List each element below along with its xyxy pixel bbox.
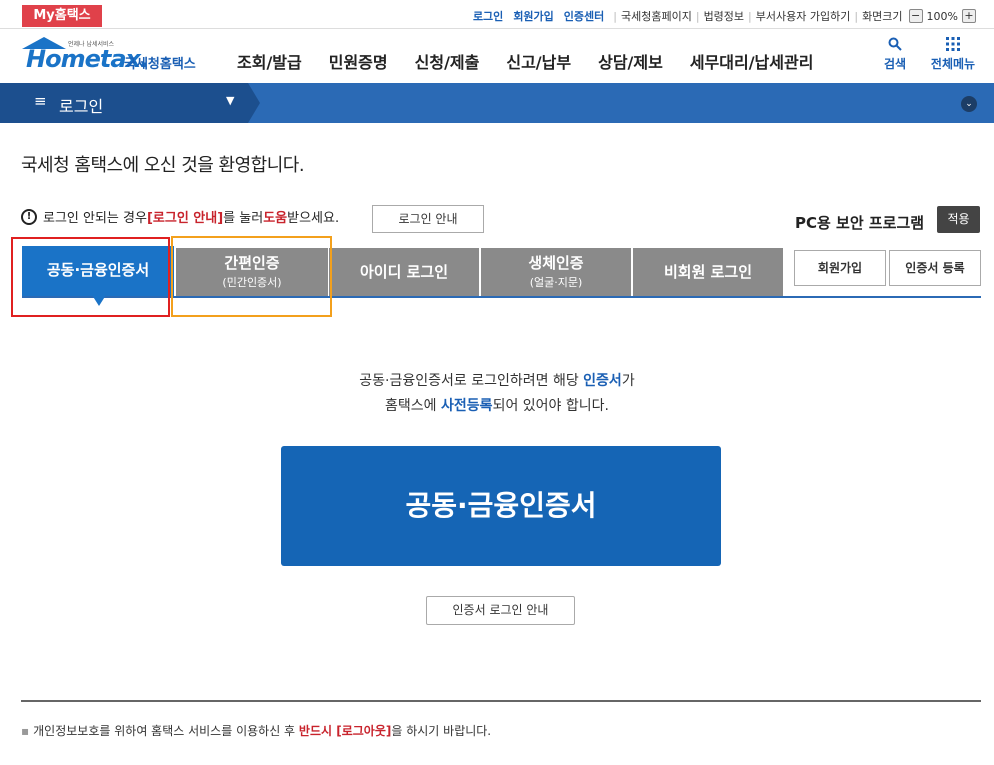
highlight-box-orange xyxy=(171,236,332,317)
pc-security-label: PC용 보안 프로그램 xyxy=(795,214,925,232)
nav-item-consult[interactable]: 상담/제보 xyxy=(598,49,663,73)
tab-sublabel: (얼굴·지문) xyxy=(529,276,583,289)
help-suffix: 받으세요. xyxy=(287,211,340,226)
all-menu-button[interactable]: 전체메뉴 xyxy=(924,37,982,72)
pc-security-apply-button[interactable]: 적용 xyxy=(937,206,980,233)
zoom-in-button[interactable]: + xyxy=(962,9,976,23)
login-help-line: ! 로그인 안되는 경우 [로그인 안내] 를 눌러 도움 받으세요. xyxy=(21,207,339,226)
exclamation-icon: ! xyxy=(21,208,37,225)
help-prefix: 로그인 안되는 경우 xyxy=(43,211,147,226)
search-label: 검색 xyxy=(883,57,907,71)
cert-center-link[interactable]: 인증센터 xyxy=(564,8,604,24)
header-actions: 검색 전체메뉴 xyxy=(866,37,982,72)
notice-text: 개인정보보호를 위하여 홈택스 서비스를 이용하신 후 xyxy=(33,724,299,738)
nav-item-inquiry[interactable]: 조회/발급 xyxy=(237,49,302,73)
info-highlight: 사전등록 xyxy=(441,398,493,414)
highlight-box-red xyxy=(11,237,170,317)
cert-info-text: 공동·금융인증서로 로그인하려면 해당 인증서가 홈택스에 사전등록되어 있어야… xyxy=(0,369,994,419)
notice-text: 을 하시기 바랍니다. xyxy=(391,724,492,738)
joint-cert-login-button[interactable]: 공동·금융인증서 xyxy=(281,446,721,566)
my-hometax-tab[interactable]: My홈택스 xyxy=(22,5,102,27)
divider: | xyxy=(854,9,859,23)
info-line-1: 공동·금융인증서로 로그인하려면 해당 인증서가 xyxy=(0,369,994,394)
tab-label: 생체인증 xyxy=(528,254,584,272)
zoom-value: 100% xyxy=(926,9,958,23)
login-link[interactable]: 로그인 xyxy=(473,8,503,24)
dept-user-join-link[interactable]: 부서사용자 가입하기 xyxy=(756,8,851,24)
header: 언제나 납세서비스 Hometax. 국세청홈택스 조회/발급 민원증명 신청/… xyxy=(0,29,994,83)
login-location-bar: ≡ 로그인 ▼ ⌄ xyxy=(0,83,994,123)
divider: | xyxy=(695,9,700,23)
location-title: 로그인 xyxy=(59,97,104,116)
info-text: 되어 있어야 합니다. xyxy=(492,398,609,414)
bullet-icon: ▪ xyxy=(21,724,30,738)
info-line-2: 홈택스에 사전등록되어 있어야 합니다. xyxy=(0,394,994,419)
main-nav: 조회/발급 민원증명 신청/제출 신고/납부 상담/제보 세무대리/납세관리 xyxy=(237,49,840,73)
caret-down-icon[interactable]: ▼ xyxy=(226,94,234,107)
hometax-logo[interactable]: 언제나 납세서비스 Hometax. 국세청홈택스 xyxy=(22,37,207,77)
grid-menu-icon xyxy=(924,37,982,55)
nav-item-certificates[interactable]: 민원증명 xyxy=(329,49,388,73)
hamburger-icon: ≡ xyxy=(34,92,47,110)
zoom-out-button[interactable]: − xyxy=(908,9,923,23)
cert-register-button[interactable]: 인증서 등록 xyxy=(889,250,981,286)
all-menu-label: 전체메뉴 xyxy=(930,57,976,71)
logo-korean: 국세청홈택스 xyxy=(124,57,196,72)
utility-bar: My홈택스 로그인 회원가입 인증센터 | 국세청홈페이지 | 법령정보 | 부… xyxy=(0,0,994,29)
info-text: 공동·금융인증서로 로그인하려면 해당 xyxy=(359,373,584,389)
join-link[interactable]: 회원가입 xyxy=(513,8,553,24)
search-button[interactable]: 검색 xyxy=(866,37,924,72)
privacy-notice: ▪ 개인정보보호를 위하여 홈택스 서비스를 이용하신 후 반드시 [로그아웃]을… xyxy=(21,722,491,739)
utility-links: 로그인 회원가입 인증센터 | 국세청홈페이지 | 법령정보 | 부서사용자 가… xyxy=(468,7,976,25)
screen-size-label: 화면크기 xyxy=(862,10,903,23)
divider xyxy=(21,700,981,702)
join-button[interactable]: 회원가입 xyxy=(794,250,886,286)
tab-label: 비회원 로그인 xyxy=(663,263,753,281)
tab-guest-login[interactable]: 비회원 로그인 xyxy=(633,246,783,296)
divider: | xyxy=(613,9,617,23)
nav-item-application[interactable]: 신청/제출 xyxy=(415,49,480,73)
help-link-text: [로그인 안내] xyxy=(146,211,224,226)
help-mid: 를 눌러 xyxy=(223,211,264,226)
chevron-down-icon[interactable]: ⌄ xyxy=(961,96,977,112)
info-text: 가 xyxy=(621,373,635,389)
nav-item-tax-agent[interactable]: 세무대리/납세관리 xyxy=(690,49,814,73)
info-text: 홈택스에 xyxy=(385,398,442,414)
tab-id-login[interactable]: 아이디 로그인 xyxy=(329,246,479,296)
help-word: 도움 xyxy=(263,211,288,226)
law-info-link[interactable]: 법령정보 xyxy=(704,8,744,24)
tab-label: 아이디 로그인 xyxy=(359,263,449,281)
page-title: 국세청 홈택스에 오신 것을 환영합니다. xyxy=(21,155,305,176)
login-guide-button[interactable]: 로그인 안내 xyxy=(372,205,484,233)
breadcrumb-arrow xyxy=(248,83,260,123)
divider: | xyxy=(748,9,752,23)
notice-emphasis: 반드시 [로그아웃] xyxy=(298,724,392,738)
tab-biometric[interactable]: 생체인증 (얼굴·지문) xyxy=(481,246,631,296)
cert-login-guide-button[interactable]: 인증서 로그인 안내 xyxy=(426,596,575,625)
nav-item-filing[interactable]: 신고/납부 xyxy=(506,49,571,73)
zoom-control: − 100% + xyxy=(908,9,976,23)
info-highlight: 인증서 xyxy=(583,373,622,389)
search-icon xyxy=(866,37,924,55)
nts-homepage-link[interactable]: 국세청홈페이지 xyxy=(621,8,692,24)
